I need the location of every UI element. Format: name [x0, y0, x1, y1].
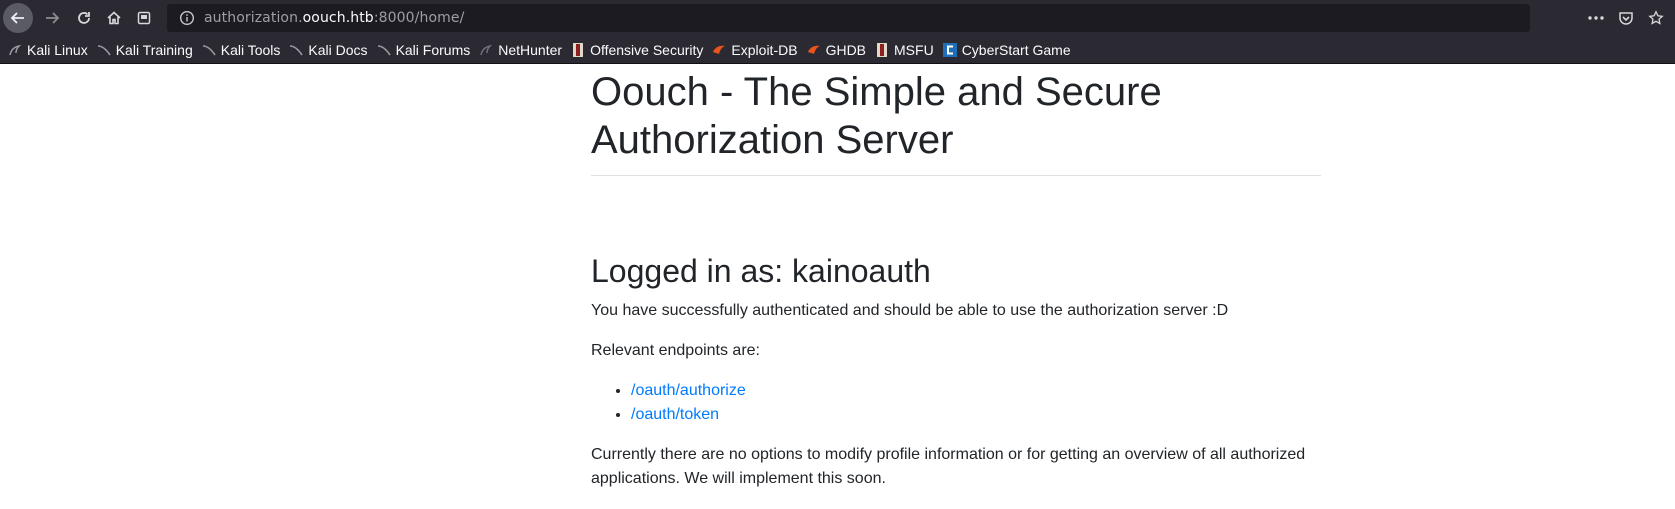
page-actions-button[interactable]	[1581, 3, 1611, 33]
token-endpoint-link[interactable]: /oauth/token	[631, 406, 719, 423]
screenshot-icon	[137, 11, 151, 25]
url-bar[interactable]: authorization.oouch.htb:8000/home/	[167, 4, 1530, 32]
bookmark-label: MSFU	[894, 41, 934, 58]
list-item: /oauth/token	[631, 403, 1321, 427]
success-message: You have successfully authenticated and …	[591, 302, 1229, 319]
bookmark-label: CyberStart Game	[961, 41, 1071, 58]
pocket-button[interactable]	[1611, 3, 1641, 33]
url-text: authorization.oouch.htb:8000/home/	[204, 10, 464, 26]
reload-icon	[78, 12, 90, 24]
title-divider	[591, 175, 1321, 176]
kali-dragon-icon	[377, 43, 391, 57]
site-info-icon[interactable]	[176, 7, 198, 29]
footer-message: Currently there are no options to modify…	[591, 446, 1306, 487]
bookmark-kali-tools[interactable]: Kali Tools	[202, 41, 281, 58]
kali-dragon-icon	[97, 43, 111, 57]
bookmark-kali-docs[interactable]: Kali Docs	[289, 41, 368, 58]
star-icon	[1648, 10, 1664, 25]
screenshot-button[interactable]	[129, 3, 159, 33]
endpoints-list: /oauth/authorize /oauth/token	[591, 379, 1321, 427]
page-title: Oouch - The Simple and Secure Authorizat…	[591, 70, 1162, 162]
bookmark-label: NetHunter	[498, 41, 563, 58]
cyberstart-icon	[942, 42, 957, 57]
kali-dragon-icon	[202, 43, 216, 57]
url-suffix: :8000/home/	[373, 10, 465, 26]
bookmark-label: Kali Linux	[27, 41, 88, 58]
bookmark-label: Kali Forums	[395, 41, 471, 58]
more-dots-icon	[1588, 16, 1604, 20]
home-icon	[107, 11, 121, 25]
forward-button[interactable]	[37, 3, 67, 33]
bookmark-label: Kali Training	[115, 41, 193, 58]
exploitdb-icon	[712, 43, 726, 57]
bookmark-cyberstart-game[interactable]: CyberStart Game	[942, 41, 1071, 58]
bookmark-star-button[interactable]	[1641, 3, 1671, 33]
toolbar-right-icons	[1581, 0, 1675, 36]
kali-dragon-icon	[479, 43, 493, 57]
bookmark-kali-training[interactable]: Kali Training	[97, 42, 193, 58]
bookmarks-toolbar: Kali Linux Kali Training Kali Tools Kali…	[0, 36, 1675, 64]
url-prefix: authorization.	[204, 10, 303, 26]
offsec-icon	[571, 41, 585, 58]
bookmark-kali-linux[interactable]: Kali Linux	[8, 42, 88, 58]
page-content: Oouch - The Simple and Secure Authorizat…	[591, 64, 1321, 491]
logged-in-heading: Logged in as: kainoauth	[591, 253, 931, 289]
bookmark-label: Kali Docs	[308, 41, 368, 58]
reload-button[interactable]	[69, 3, 99, 33]
kali-dragon-icon	[289, 43, 304, 57]
list-item: /oauth/authorize	[631, 379, 1321, 403]
bookmark-label: GHDB	[825, 41, 867, 58]
forward-arrow-icon	[46, 12, 60, 24]
bookmark-nethunter[interactable]: NetHunter	[479, 42, 562, 58]
back-button[interactable]	[3, 3, 33, 33]
pocket-icon	[1619, 12, 1633, 25]
home-button[interactable]	[99, 3, 129, 33]
back-arrow-icon	[10, 12, 24, 24]
kali-dragon-icon	[8, 43, 22, 57]
exploitdb-icon	[807, 43, 821, 57]
bookmark-kali-forums[interactable]: Kali Forums	[377, 41, 471, 58]
authorize-endpoint-link[interactable]: /oauth/authorize	[631, 382, 746, 399]
bookmark-offensive-security[interactable]: Offensive Security	[571, 41, 704, 58]
bookmark-msfu[interactable]: MSFU	[875, 41, 934, 58]
url-host: oouch.htb	[302, 10, 374, 26]
bookmark-label: Offensive Security	[590, 41, 704, 58]
offsec-icon	[875, 41, 889, 58]
bookmark-label: Kali Tools	[220, 41, 281, 58]
browser-toolbar: authorization.oouch.htb:8000/home/	[0, 0, 1675, 36]
endpoints-intro: Relevant endpoints are:	[591, 342, 760, 359]
bookmark-exploit-db[interactable]: Exploit-DB	[712, 41, 798, 58]
bookmark-label: Exploit-DB	[731, 41, 798, 58]
bookmark-ghdb[interactable]: GHDB	[807, 42, 866, 58]
